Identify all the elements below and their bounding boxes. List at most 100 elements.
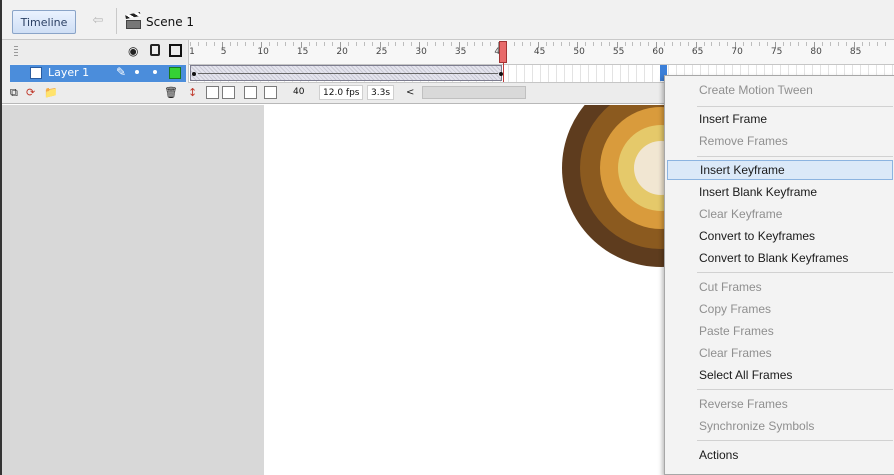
- edit-multiple-frames-icon[interactable]: [244, 86, 257, 99]
- menu-item-insert-frame[interactable]: Insert Frame: [667, 109, 893, 129]
- scene-label: Scene 1: [146, 15, 195, 29]
- scene-breadcrumb[interactable]: Scene 1: [125, 11, 195, 30]
- ruler-tick: [561, 42, 563, 46]
- back-arrow-icon[interactable]: ⇦: [90, 13, 106, 29]
- timeline-button[interactable]: Timeline: [12, 10, 76, 34]
- ruler-tick: [269, 42, 270, 46]
- onion-skin-icon[interactable]: [206, 86, 219, 99]
- menu-item-convert-to-blank-keyframes[interactable]: Convert to Blank Keyframes: [667, 248, 893, 268]
- add-motion-guide-icon[interactable]: ⟳: [26, 86, 35, 99]
- ruler-tick: [569, 42, 571, 46]
- eye-icon[interactable]: ◉: [128, 44, 138, 58]
- center-frame-icon[interactable]: ↕: [188, 86, 197, 99]
- ruler-tick: [355, 42, 357, 46]
- ruler-tick: [529, 42, 531, 46]
- ruler-tick: [782, 42, 784, 46]
- lock-icon[interactable]: [150, 44, 160, 56]
- ruler-tick: [490, 42, 492, 46]
- menu-item-insert-keyframe[interactable]: Insert Keyframe: [667, 160, 893, 180]
- ruler-label: 20: [336, 47, 348, 57]
- ruler-tick: [276, 42, 278, 46]
- menu-item-paste-frames[interactable]: Paste Frames: [667, 321, 893, 341]
- ruler-tick: [308, 42, 310, 46]
- timeline-scrollbar[interactable]: [422, 86, 526, 99]
- ruler-tick: [798, 42, 800, 46]
- ruler-tick: [829, 42, 831, 46]
- ruler-tick: [237, 42, 239, 46]
- ruler-tick: [750, 42, 752, 46]
- ruler-tick: [727, 42, 729, 46]
- menu-item-insert-blank-keyframe[interactable]: Insert Blank Keyframe: [667, 182, 893, 202]
- ruler-tick: [869, 42, 871, 46]
- ruler-tick: [640, 42, 642, 46]
- menu-separator: [697, 440, 893, 441]
- ruler-tick: [624, 42, 626, 46]
- visibility-dot[interactable]: [135, 70, 139, 74]
- onion-skin-outlines-icon[interactable]: [222, 86, 235, 99]
- menu-item-create-motion-tween[interactable]: Create Motion Tween: [667, 80, 893, 100]
- menu-item-select-all-frames[interactable]: Select All Frames: [667, 365, 893, 385]
- ruler-tick: [284, 42, 286, 46]
- playhead-line: [503, 63, 504, 82]
- frame-ruler[interactable]: 1510152025303540455055606570758085: [188, 40, 894, 64]
- lock-dot[interactable]: [153, 70, 157, 74]
- grip-icon[interactable]: [14, 46, 18, 58]
- ruler-label: 75: [770, 47, 783, 57]
- menu-item-clear-frames[interactable]: Clear Frames: [667, 343, 893, 363]
- current-frame: 40: [293, 87, 305, 97]
- ruler-tick: [348, 42, 349, 46]
- playhead[interactable]: [499, 41, 507, 63]
- menu-item-actions[interactable]: Actions: [667, 445, 893, 465]
- ruler-label: 70: [731, 47, 743, 57]
- ruler-tick: [592, 42, 594, 46]
- ruler-tick: [648, 42, 650, 46]
- menu-item-copy-frames[interactable]: Copy Frames: [667, 299, 893, 319]
- ruler-label: 15: [296, 47, 309, 57]
- ruler-tick: [766, 42, 768, 46]
- menu-item-remove-frames[interactable]: Remove Frames: [667, 131, 893, 151]
- menu-item-clear-keyframe[interactable]: Clear Keyframe: [667, 204, 893, 224]
- modify-onion-markers-icon[interactable]: [264, 86, 277, 99]
- ruler-label: 30: [415, 47, 427, 57]
- ruler-tick: [553, 42, 555, 46]
- layer-row-layer-1[interactable]: Layer 1 ✎: [10, 65, 186, 82]
- delete-layer-icon[interactable]: 🗑: [164, 86, 178, 99]
- ruler-tick: [545, 42, 547, 46]
- ruler-tick: [845, 42, 847, 46]
- frame-span-line: [198, 73, 498, 74]
- pasteboard: [2, 105, 264, 475]
- menu-item-cut-frames[interactable]: Cut Frames: [667, 277, 893, 297]
- ruler-label: 5: [220, 47, 227, 57]
- ruler-label: 35: [454, 47, 467, 57]
- outline-icon[interactable]: [169, 44, 182, 57]
- add-layer-icon[interactable]: ⧉: [10, 86, 18, 100]
- ruler-tick: [711, 42, 713, 46]
- menu-separator: [697, 156, 893, 157]
- ruler-tick: [403, 42, 405, 46]
- ruler-tick: [197, 42, 199, 46]
- ruler-tick: [316, 42, 318, 46]
- ruler-tick: [190, 42, 191, 46]
- frame-rate[interactable]: 12.0 fps: [319, 85, 364, 100]
- layer-name: Layer 1: [48, 66, 90, 79]
- scroll-left-arrow-icon[interactable]: <: [406, 87, 414, 98]
- ruler-tick: [245, 42, 247, 46]
- ruler-tick: [521, 42, 523, 46]
- keyframe-start[interactable]: [192, 72, 196, 76]
- layer-color-swatch[interactable]: [169, 67, 181, 79]
- clapperboard-icon: [125, 11, 142, 29]
- ruler-tick: [837, 42, 839, 46]
- ruler-tick: [205, 42, 207, 46]
- menu-item-synchronize-symbols[interactable]: Synchronize Symbols: [667, 416, 893, 436]
- menu-separator: [697, 272, 893, 273]
- frame-context-menu: Create Motion Tween Insert Frame Remove …: [664, 75, 894, 475]
- ruler-tick: [687, 42, 689, 46]
- menu-item-reverse-frames[interactable]: Reverse Frames: [667, 394, 893, 414]
- menu-item-convert-to-keyframes[interactable]: Convert to Keyframes: [667, 226, 893, 246]
- ruler-tick: [387, 42, 389, 46]
- ruler-tick: [482, 42, 484, 46]
- layer-header: ◉: [10, 40, 186, 64]
- add-folder-icon[interactable]: 📁: [44, 86, 58, 99]
- ruler-tick: [371, 42, 373, 46]
- elapsed-time: 3.3s: [367, 85, 395, 100]
